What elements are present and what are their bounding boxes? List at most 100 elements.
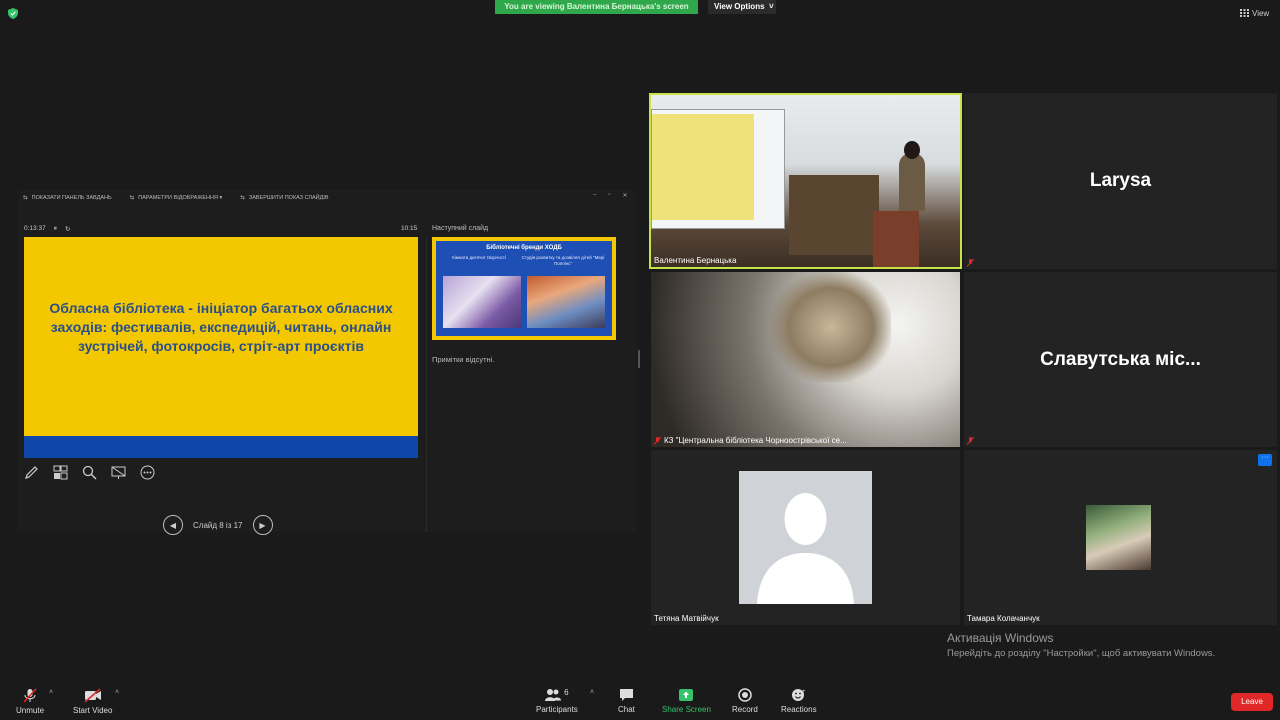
participant-display-name: Славутська міс... bbox=[1040, 348, 1201, 370]
video-tile-active-speaker[interactable]: Валентина Бернацька bbox=[649, 93, 962, 269]
svg-text:+: + bbox=[802, 689, 806, 695]
participant-name-label: Тетяна Матвійчук bbox=[654, 614, 719, 623]
participant-name-label: Тамара Колачанчук bbox=[967, 614, 1040, 623]
participants-count: 6 bbox=[564, 688, 569, 697]
next-slide-right-caption: Студія розвитку та дозвілля дітей "Мері … bbox=[521, 255, 605, 266]
next-slide-left-caption: Кімната дитячої творчості bbox=[452, 255, 506, 260]
view-options-label: View Options bbox=[714, 2, 765, 11]
record-label: Record bbox=[732, 705, 758, 714]
divider bbox=[426, 237, 427, 532]
window-controls: – ▫ ✕ bbox=[593, 192, 628, 199]
audio-options-caret[interactable]: ˄ bbox=[49, 689, 53, 696]
end-show-icon: ⇆ bbox=[240, 195, 245, 201]
participant-status bbox=[967, 437, 974, 445]
windows-activation-watermark: Активація Windows Перейдіть до розділу "… bbox=[947, 631, 1215, 659]
mic-muted-icon bbox=[967, 259, 974, 267]
participants-icon-wrap: 6 bbox=[545, 688, 569, 705]
reactions-label: Reactions bbox=[781, 705, 817, 714]
person-silhouette-icon bbox=[757, 493, 854, 604]
end-slideshow-label: ЗАВЕРШИТИ ПОКАЗ СЛАЙДІВ bbox=[248, 195, 329, 201]
participant-thumbnail bbox=[1086, 505, 1151, 570]
viewing-banner: You are viewing Валентина Бернацька's sc… bbox=[495, 0, 698, 14]
participant-name: Валентина Бернацька bbox=[654, 256, 736, 265]
participants-label: Participants bbox=[536, 705, 578, 714]
reactions-button[interactable]: + Reactions bbox=[781, 688, 817, 714]
shield-icon[interactable] bbox=[8, 8, 18, 19]
slide-counter: Слайд 8 із 17 bbox=[193, 520, 243, 530]
chat-icon bbox=[619, 689, 633, 701]
view-label: View bbox=[1252, 8, 1270, 18]
grid-icon bbox=[1240, 9, 1249, 17]
participant-name-label: Валентина Бернацька bbox=[654, 256, 737, 265]
chat-button[interactable]: Chat bbox=[618, 688, 635, 714]
speaker-figure bbox=[899, 153, 925, 211]
slideshow-timer: 0:13:37 ⏸ ↻ bbox=[24, 225, 70, 233]
monitor-icon: ⇆ bbox=[129, 195, 135, 201]
all-slides-icon[interactable] bbox=[53, 465, 68, 480]
participants-icon bbox=[545, 689, 562, 701]
black-screen-icon[interactable] bbox=[111, 465, 126, 480]
next-slide-photo-left bbox=[443, 276, 521, 328]
arrow-right-icon: ▶ bbox=[259, 520, 266, 530]
slide-blue-band bbox=[24, 436, 418, 458]
pause-icon[interactable]: ⏸ bbox=[54, 225, 57, 233]
display-settings-label: ПАРАМЕТРИ ВІДОБРАЖЕННЯ ▾ bbox=[138, 195, 223, 201]
view-options-button[interactable]: View Options ˅ bbox=[708, 0, 776, 14]
video-options-caret[interactable]: ˄ bbox=[115, 689, 119, 696]
show-taskbar-label: ПОКАЗАТИ ПАНЕЛЬ ЗАВДАНЬ bbox=[31, 195, 112, 201]
unmute-button[interactable]: Unmute bbox=[16, 688, 44, 715]
mic-muted-icon bbox=[967, 437, 974, 445]
zoom-icon[interactable] bbox=[82, 465, 97, 480]
unmute-label: Unmute bbox=[16, 706, 45, 715]
close-icon[interactable]: ✕ bbox=[622, 192, 627, 199]
more-options-icon[interactable] bbox=[140, 465, 155, 480]
participant-status bbox=[967, 259, 974, 267]
presenter-tools bbox=[24, 465, 155, 480]
restart-icon[interactable]: ↻ bbox=[65, 225, 70, 233]
display-settings-button[interactable]: ⇆ ПАРАМЕТРИ ВІДОБРАЖЕННЯ ▾ bbox=[130, 195, 223, 201]
next-slide-preview[interactable]: Бібліотечні бренди ХОДБ Кімната дитячої … bbox=[432, 237, 616, 340]
start-video-button[interactable]: Start Video bbox=[73, 688, 112, 715]
current-slide[interactable]: Обласна бібліотека - ініціатор багатьох … bbox=[24, 237, 418, 458]
previous-slide-button[interactable]: ◀ bbox=[163, 515, 183, 535]
reactions-icon: + bbox=[792, 689, 806, 701]
current-slide-text: Обласна бібліотека - ініціатор багатьох … bbox=[49, 300, 393, 354]
participant-status: КЗ "Центральна бібліотека Чорноострівськ… bbox=[654, 436, 847, 445]
record-button[interactable]: Record bbox=[732, 688, 758, 714]
show-taskbar-button[interactable]: ⇆ ПОКАЗАТИ ПАНЕЛЬ ЗАВДАНЬ bbox=[23, 195, 112, 201]
video-tile[interactable]: Larysa bbox=[964, 93, 1277, 269]
participant-name: Тетяна Матвійчук bbox=[654, 614, 719, 623]
participant-name-label: КЗ "Центральна бібліотека Чорноострівськ… bbox=[664, 436, 847, 445]
minimize-icon[interactable]: – bbox=[593, 192, 596, 199]
next-slide-content: Бібліотечні бренди ХОДБ Кімната дитячої … bbox=[436, 241, 612, 336]
participants-options-caret[interactable]: ˄ bbox=[590, 689, 594, 696]
video-tile[interactable]: ··· Тамара Колачанчук bbox=[964, 450, 1277, 625]
video-tile[interactable]: Славутська міс... bbox=[964, 272, 1277, 447]
next-slide-title: Бібліотечні бренди ХОДБ bbox=[486, 245, 562, 251]
end-slideshow-button[interactable]: ⇆ ЗАВЕРШИТИ ПОКАЗ СЛАЙДІВ bbox=[240, 195, 328, 201]
more-icon[interactable]: ··· bbox=[1258, 454, 1272, 466]
share-screen-icon bbox=[679, 689, 694, 701]
video-tile[interactable]: Тетяна Матвійчук bbox=[651, 450, 960, 625]
elapsed-time: 0:13:37 bbox=[24, 225, 46, 232]
pen-icon[interactable] bbox=[24, 465, 39, 480]
next-slide-button[interactable]: ▶ bbox=[252, 515, 273, 535]
leave-button[interactable]: Leave bbox=[1231, 693, 1273, 711]
view-button[interactable]: View bbox=[1240, 7, 1269, 19]
podium bbox=[873, 211, 919, 267]
chat-label: Chat bbox=[618, 705, 635, 714]
participant-name: Тамара Колачанчук bbox=[967, 614, 1040, 623]
participant-display-name: Larysa bbox=[1089, 170, 1152, 191]
pane-splitter[interactable] bbox=[638, 350, 640, 368]
presenter-toolbar: ⇆ ПОКАЗАТИ ПАНЕЛЬ ЗАВДАНЬ ⇆ ПАРАМЕТРИ ВІДО… bbox=[23, 195, 329, 201]
arrow-left-icon: ◀ bbox=[169, 520, 177, 530]
speaker-notes: Примітки відсутні. bbox=[432, 355, 495, 364]
share-screen-button[interactable]: Share Screen bbox=[662, 688, 711, 714]
activation-title: Активація Windows bbox=[947, 631, 1054, 645]
video-tile[interactable]: КЗ "Центральна бібліотека Чорноострівськ… bbox=[651, 272, 960, 447]
activation-subtitle: Перейдіть до розділу "Настройки", щоб ак… bbox=[947, 648, 1216, 659]
restore-icon[interactable]: ▫ bbox=[608, 192, 610, 199]
classroom-video bbox=[651, 95, 960, 267]
participants-button[interactable]: 6 Participants bbox=[536, 688, 578, 714]
chevron-down-icon: ˅ bbox=[766, 2, 774, 11]
